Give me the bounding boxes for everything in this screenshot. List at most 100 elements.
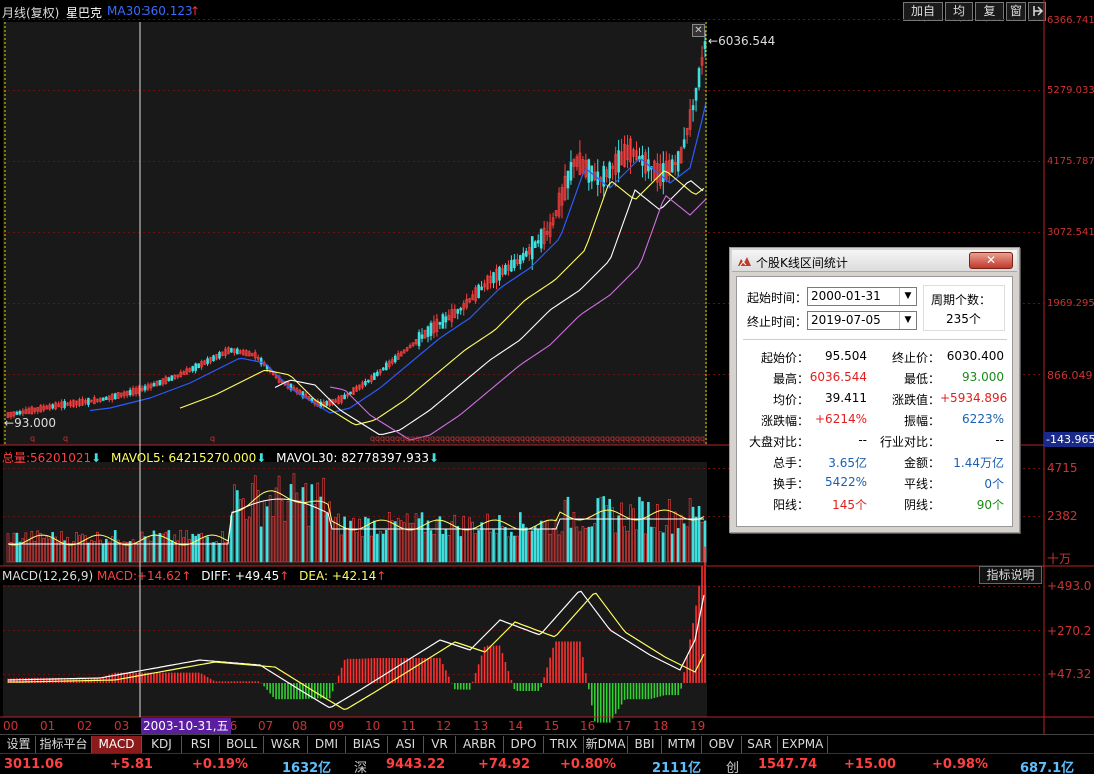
- macd-bar: [373, 658, 376, 683]
- tab-16[interactable]: MTM: [662, 736, 702, 754]
- tab-1[interactable]: 指标平台: [36, 736, 92, 754]
- macd-bar: [611, 683, 614, 719]
- end-time-select[interactable]: 2019-07-05 ▼: [807, 311, 917, 330]
- macd-bar: [474, 673, 477, 683]
- candle-body: [113, 393, 117, 400]
- tab-3[interactable]: KDJ: [142, 736, 182, 754]
- tab-11[interactable]: ARBR: [456, 736, 504, 754]
- volume-bar: [697, 505, 701, 563]
- close-icon[interactable]: ✕: [692, 24, 705, 37]
- period-count-box: 周期个数： 235个: [923, 285, 1005, 331]
- dialog-title: 个股K线区间统计: [756, 256, 848, 270]
- stat-value: 39.411: [825, 391, 867, 405]
- macd-bar: [254, 681, 257, 683]
- macd-bar: [513, 683, 516, 690]
- macd-tick: +270.2: [1047, 624, 1092, 638]
- candle-body: [617, 150, 620, 173]
- macd-bar: [245, 681, 248, 683]
- candle-body: [569, 162, 573, 181]
- event-marker: q: [700, 434, 705, 443]
- macd-bar: [153, 672, 155, 683]
- tab-7[interactable]: DMI: [308, 736, 346, 754]
- candle-body: [492, 272, 495, 284]
- macd-bar: [439, 657, 441, 683]
- macd-bar: [689, 639, 691, 683]
- macd-bar: [623, 683, 626, 700]
- candle-body: [212, 355, 215, 362]
- start-time-select[interactable]: 2000-01-31 ▼: [807, 287, 917, 306]
- dea-label: DEA:: [299, 569, 329, 583]
- macd-bar: [585, 673, 587, 683]
- macd-bar: [248, 681, 251, 683]
- dialog-title-bar[interactable]: 个股K线区间统计 ✕: [732, 250, 1017, 272]
- time-tick: 11: [401, 719, 417, 733]
- macd-label: MACD:: [96, 569, 137, 583]
- macd-bar: [179, 672, 182, 683]
- macd-bar: [650, 683, 653, 699]
- volume-bar: [456, 526, 460, 563]
- cy-name: 创: [726, 761, 740, 774]
- candle-body: [524, 250, 528, 257]
- volume-bar: [510, 531, 513, 563]
- candle-body: [670, 159, 674, 173]
- tab-17[interactable]: OBV: [702, 736, 742, 754]
- macd-bar: [215, 681, 218, 683]
- tab-9[interactable]: ASI: [388, 736, 424, 754]
- volume-bar: [530, 530, 534, 563]
- indicator-help-button[interactable]: 指标说明: [979, 566, 1042, 584]
- candle-body: [367, 379, 370, 383]
- candle-body: [343, 394, 346, 400]
- volume-bar: [504, 526, 507, 563]
- tab-12[interactable]: DPO: [504, 736, 544, 754]
- time-tick: 00: [3, 719, 19, 733]
- volume-bar: [206, 536, 209, 563]
- cursor-price-tag: -143.965: [1044, 432, 1094, 447]
- tab-0[interactable]: 设置: [2, 736, 36, 754]
- tab-5[interactable]: BOLL: [220, 736, 264, 754]
- tab-2[interactable]: MACD: [92, 736, 142, 754]
- candle-body: [191, 366, 194, 372]
- macd-bar: [388, 657, 391, 683]
- volume-bar: [676, 528, 680, 563]
- macd-bar: [507, 671, 510, 683]
- close-button[interactable]: ✕: [969, 252, 1013, 269]
- candle-body: [533, 241, 537, 249]
- stat-label: 涨跌幅：: [760, 414, 809, 428]
- macd-bar: [489, 645, 492, 683]
- macd-bar: [617, 683, 620, 710]
- macd-bar: [677, 683, 679, 696]
- tab-18[interactable]: SAR: [742, 736, 778, 754]
- tab-13[interactable]: TRIX: [544, 736, 584, 754]
- tab-19[interactable]: EXPMA: [778, 736, 828, 754]
- macd-bar: [549, 657, 551, 683]
- event-marker: q: [210, 434, 215, 443]
- tab-6[interactable]: W&R: [264, 736, 308, 754]
- macd-bar: [561, 641, 563, 683]
- sz-index: 9443.22: [386, 757, 446, 772]
- macd-bar: [492, 645, 495, 683]
- macd-bar: [221, 681, 224, 683]
- macd-bar: [558, 641, 560, 683]
- candle-body: [429, 322, 433, 336]
- candle-body: [441, 314, 445, 329]
- volume-bar: [608, 498, 611, 563]
- volume-bar: [197, 533, 200, 563]
- macd-bar: [165, 672, 167, 683]
- macd-bar: [257, 681, 260, 683]
- time-tick: 19: [690, 719, 706, 733]
- macd-bar: [418, 657, 420, 683]
- tab-15[interactable]: BBI: [628, 736, 662, 754]
- tab-8[interactable]: BIAS: [346, 736, 388, 754]
- tab-14[interactable]: 新DMA: [584, 736, 628, 754]
- stat-label: 均价：: [772, 393, 809, 407]
- kline-stats-dialog: 个股K线区间统计 ✕ 起始时间： 2000-01-31 ▼ 终止时间： 2019-…: [729, 247, 1020, 533]
- stat-label: 总手：: [772, 456, 809, 470]
- candle-body: [393, 355, 397, 363]
- tab-4[interactable]: RSI: [182, 736, 220, 754]
- macd-bar: [349, 658, 352, 683]
- macd-bar: [641, 683, 644, 700]
- mavol5-value: 64215270.000: [168, 451, 257, 465]
- volume-bar: [167, 530, 171, 563]
- tab-10[interactable]: VR: [424, 736, 456, 754]
- candle-body: [539, 229, 543, 249]
